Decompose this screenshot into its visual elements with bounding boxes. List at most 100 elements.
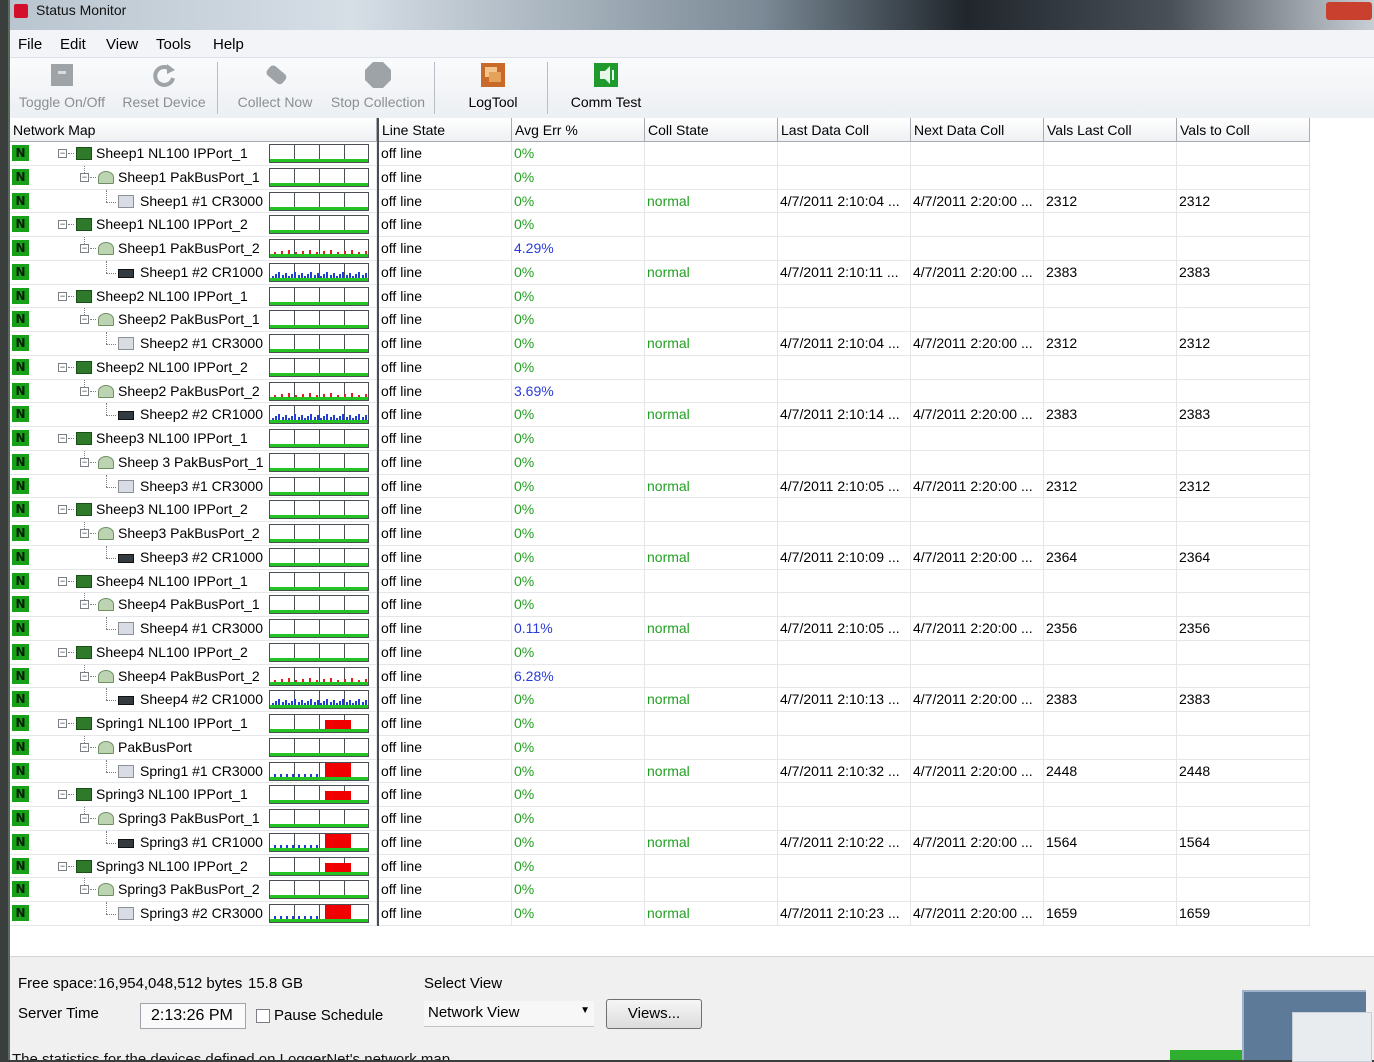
network-map-cell[interactable]: N − Sheep1 NL100 IPPort_2: [10, 213, 377, 237]
network-map-cell[interactable]: N − Spring3 NL100 IPPort_1: [10, 783, 377, 807]
tree-expand-icon[interactable]: −: [58, 505, 67, 515]
table-row[interactable]: N − Sheep4 NL100 IPPort_1 off line 0%: [10, 569, 1310, 594]
network-map-cell[interactable]: N − Sheep2 NL100 IPPort_2: [10, 355, 377, 379]
network-map-cell[interactable]: N − Sheep2 PakBusPort_2: [10, 379, 377, 403]
table-row[interactable]: N Spring3 #1 CR1000 off line 0% normal 4/7/20…: [10, 830, 1310, 855]
table-row[interactable]: N − Sheep3 NL100 IPPort_2 off line 0%: [10, 498, 1310, 522]
network-map-cell[interactable]: N Spring3 #1 CR1000: [10, 830, 377, 854]
table-row[interactable]: N − PakBusPort off line 0%: [10, 735, 1310, 760]
tree-expand-icon[interactable]: −: [58, 719, 67, 728]
column-header-avg-err[interactable]: Avg Err %: [512, 118, 645, 142]
menu-file[interactable]: File: [18, 36, 42, 53]
tree-expand-icon[interactable]: −: [58, 434, 67, 443]
table-row[interactable]: N Sheep3 #2 CR1000 off line 0% normal 4/7/201…: [10, 545, 1310, 570]
tree-expand-icon[interactable]: −: [58, 647, 67, 657]
taskbar-thumbnail[interactable]: [1242, 990, 1372, 1062]
menu-edit[interactable]: Edit: [60, 36, 86, 53]
table-row[interactable]: N Sheep1 #2 CR1000 off line 0% normal 4/7/201…: [10, 260, 1310, 285]
network-map-cell[interactable]: N − Spring3 PakBusPort_1: [10, 807, 377, 830]
network-map-cell[interactable]: N − Sheep1 NL100 IPPort_1: [10, 142, 377, 165]
network-map-cell[interactable]: N − Sheep3 NL100 IPPort_1: [10, 427, 377, 450]
network-map-cell[interactable]: N − Sheep3 PakBusPort_2: [10, 522, 377, 545]
network-map-cell[interactable]: N − Sheep4 PakBusPort_2: [10, 664, 377, 688]
table-row[interactable]: N − Spring3 PakBusPort_1 off line 0%: [10, 807, 1310, 831]
network-map-cell[interactable]: N − Sheep3 NL100 IPPort_2: [10, 498, 377, 522]
tree-expand-icon[interactable]: −: [80, 244, 89, 253]
table-row[interactable]: N Spring3 #2 CR3000 off line 0% normal 4/7/20…: [10, 902, 1310, 926]
table-row[interactable]: N Sheep3 #1 CR3000 off line 0% normal 4/7/201…: [10, 474, 1310, 499]
table-row[interactable]: N − Spring3 PakBusPort_2 off line 0%: [10, 878, 1310, 902]
toggle-on-off-button[interactable]: Toggle On/Off: [14, 60, 110, 110]
tree-expand-icon[interactable]: −: [58, 861, 67, 871]
network-map-cell[interactable]: N − Spring3 NL100 IPPort_2: [10, 854, 377, 878]
network-map-cell[interactable]: N Sheep2 #2 CR1000: [10, 403, 377, 427]
column-header-next-data-coll[interactable]: Next Data Coll: [911, 118, 1044, 142]
column-header-vals-to-coll[interactable]: Vals to Coll: [1177, 118, 1310, 142]
column-header-last-data-coll[interactable]: Last Data Coll: [778, 118, 911, 142]
tree-expand-icon[interactable]: −: [80, 885, 89, 895]
logtool-button[interactable]: LogTool: [458, 60, 528, 110]
network-map-cell[interactable]: N − Sheep4 NL100 IPPort_2: [10, 640, 377, 664]
table-row[interactable]: N − Sheep2 NL100 IPPort_1 off line 0%: [10, 284, 1310, 309]
network-map-cell[interactable]: N − Sheep2 PakBusPort_1: [10, 308, 377, 332]
comm-test-button[interactable]: Comm Test: [564, 60, 648, 110]
network-map-cell[interactable]: N Sheep1 #1 CR3000: [10, 189, 377, 213]
network-map-cell[interactable]: N − Spring3 PakBusPort_2: [10, 878, 377, 902]
tree-expand-icon[interactable]: −: [58, 220, 67, 230]
pause-schedule-checkbox[interactable]: [256, 1009, 270, 1023]
network-map-cell[interactable]: N − Sheep4 NL100 IPPort_1: [10, 569, 377, 593]
network-map-cell[interactable]: N Sheep4 #1 CR3000: [10, 617, 377, 640]
tree-expand-icon[interactable]: −: [80, 671, 89, 681]
table-row[interactable]: N − Sheep3 PakBusPort_2 off line 0%: [10, 522, 1310, 546]
pause-schedule-label[interactable]: Pause Schedule: [274, 1007, 383, 1024]
network-map-cell[interactable]: N Spring3 #2 CR3000: [10, 902, 377, 925]
table-row[interactable]: N − Sheep2 PakBusPort_2 off line 3.69%: [10, 379, 1310, 404]
tree-expand-icon[interactable]: −: [58, 291, 67, 301]
column-header-vals-last-coll[interactable]: Vals Last Coll: [1044, 118, 1177, 142]
network-map-cell[interactable]: N Sheep3 #1 CR3000: [10, 474, 377, 498]
table-row[interactable]: N − Spring1 NL100 IPPort_1 off line 0%: [10, 712, 1310, 736]
tree-expand-icon[interactable]: −: [80, 814, 89, 823]
table-row[interactable]: N − Spring3 NL100 IPPort_2 off line 0%: [10, 854, 1310, 879]
tree-expand-icon[interactable]: −: [58, 790, 67, 800]
reset-device-button[interactable]: Reset Device: [116, 60, 212, 110]
close-window-icon[interactable]: [1326, 2, 1372, 20]
tree-expand-icon[interactable]: −: [58, 149, 67, 158]
network-map-cell[interactable]: N Sheep1 #2 CR1000: [10, 260, 377, 284]
tree-expand-icon[interactable]: −: [80, 600, 89, 610]
table-row[interactable]: N − Sheep4 NL100 IPPort_2 off line 0%: [10, 640, 1310, 665]
tree-expand-icon[interactable]: −: [58, 362, 67, 372]
network-map-cell[interactable]: N − PakBusPort: [10, 735, 377, 759]
table-row[interactable]: N Sheep1 #1 CR3000 off line 0% normal 4/7/201…: [10, 189, 1310, 214]
tree-expand-icon[interactable]: −: [80, 315, 89, 325]
table-row[interactable]: N − Sheep 3 PakBusPort_1 off line 0%: [10, 450, 1310, 475]
network-map-cell[interactable]: N − Sheep4 PakBusPort_1: [10, 593, 377, 617]
column-header-network-map[interactable]: Network Map: [10, 118, 377, 142]
table-row[interactable]: N − Sheep4 PakBusPort_1 off line 0%: [10, 593, 1310, 617]
collect-now-button[interactable]: Collect Now: [230, 60, 320, 110]
tree-expand-icon[interactable]: −: [80, 742, 89, 752]
table-row[interactable]: N − Sheep1 NL100 IPPort_2 off line 0%: [10, 213, 1310, 237]
tree-expand-icon[interactable]: −: [80, 457, 89, 467]
table-row[interactable]: N − Sheep1 PakBusPort_1 off line 0%: [10, 165, 1310, 190]
table-row[interactable]: N − Sheep3 NL100 IPPort_1 off line 0%: [10, 427, 1310, 451]
network-map-cell[interactable]: N − Sheep1 PakBusPort_2: [10, 237, 377, 260]
table-row[interactable]: N Sheep4 #2 CR1000 off line 0% normal 4/7/201…: [10, 688, 1310, 712]
menu-tools[interactable]: Tools: [156, 36, 191, 53]
select-view-dropdown[interactable]: Network View ▼: [424, 1001, 594, 1027]
menu-view[interactable]: View: [106, 36, 138, 53]
table-row[interactable]: N Spring1 #1 CR3000 off line 0% normal 4/7/20…: [10, 759, 1310, 784]
menu-help[interactable]: Help: [213, 36, 244, 53]
tree-expand-icon[interactable]: −: [80, 172, 89, 182]
network-map-cell[interactable]: N − Sheep 3 PakBusPort_1: [10, 450, 377, 474]
network-map-cell[interactable]: N − Spring1 NL100 IPPort_1: [10, 712, 377, 735]
network-map-cell[interactable]: N − Sheep2 NL100 IPPort_1: [10, 284, 377, 308]
table-row[interactable]: N − Sheep1 PakBusPort_2 off line 4.29%: [10, 237, 1310, 261]
network-map-cell[interactable]: N Sheep4 #2 CR1000: [10, 688, 377, 712]
table-row[interactable]: N Sheep2 #1 CR3000 off line 0% normal 4/7/201…: [10, 332, 1310, 356]
tree-expand-icon[interactable]: −: [80, 529, 89, 538]
column-header-line-state[interactable]: Line State: [379, 118, 512, 142]
table-row[interactable]: N − Sheep2 PakBusPort_1 off line 0%: [10, 308, 1310, 332]
network-map-cell[interactable]: N Spring1 #1 CR3000: [10, 759, 377, 783]
table-row[interactable]: N − Sheep2 NL100 IPPort_2 off line 0%: [10, 355, 1310, 380]
